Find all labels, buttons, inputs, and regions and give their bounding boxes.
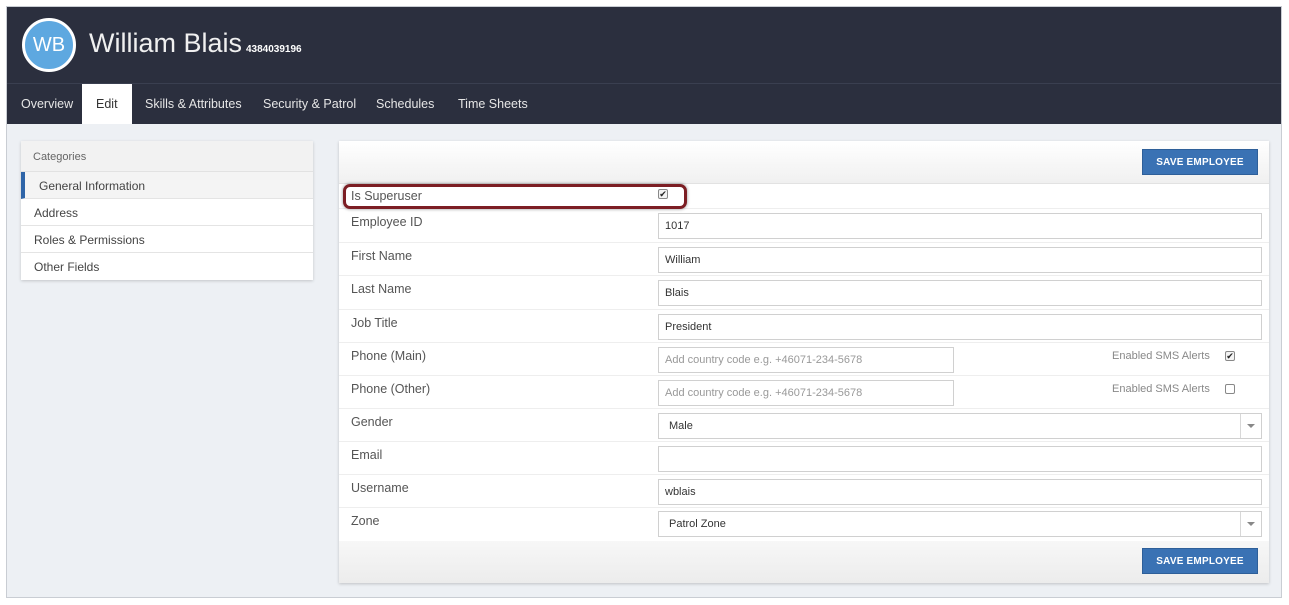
save-employee-button-bottom[interactable]: SAVE EMPLOYEE xyxy=(1142,548,1258,574)
phone-main-label: Phone (Main) xyxy=(351,349,427,363)
row-first-name: First Name William xyxy=(339,243,1269,276)
employee-id-label: Employee ID xyxy=(351,215,423,229)
tab-edit[interactable]: Edit xyxy=(82,84,132,124)
row-email: Email xyxy=(339,442,1269,475)
gender-select-value: Male xyxy=(669,420,693,432)
gender-select[interactable]: Male xyxy=(658,413,1262,439)
gender-label: Gender xyxy=(351,415,393,429)
employee-number: 4384039196 xyxy=(246,44,302,55)
sms-alerts-main-label: Enabled SMS Alerts xyxy=(1112,350,1210,362)
email-input[interactable] xyxy=(658,446,1262,472)
tab-overview[interactable]: Overview xyxy=(7,84,87,124)
sidebar-item-general-information[interactable]: General Information xyxy=(21,172,313,199)
employee-id-input[interactable]: 1017 xyxy=(658,213,1262,239)
tab-skills-attributes[interactable]: Skills & Attributes xyxy=(131,84,256,124)
row-gender: Gender Male xyxy=(339,409,1269,442)
tab-schedules[interactable]: Schedules xyxy=(362,84,448,124)
checkmark-icon: ✔ xyxy=(1226,351,1234,361)
employee-name: William Blais xyxy=(89,28,243,58)
job-title-label: Job Title xyxy=(351,316,398,330)
phone-other-label: Phone (Other) xyxy=(351,382,431,396)
tab-bar: Overview Edit Skills & Attributes Securi… xyxy=(7,83,1281,124)
last-name-input[interactable]: Blais xyxy=(658,280,1262,306)
first-name-label: First Name xyxy=(351,249,413,263)
form-toolbar-bottom: SAVE EMPLOYEE xyxy=(339,541,1269,583)
sidebar-heading: Categories xyxy=(21,141,313,172)
first-name-input[interactable]: William xyxy=(658,247,1262,273)
chevron-down-icon xyxy=(1240,512,1261,536)
phone-other-input[interactable]: Add country code e.g. +46071-234-5678 xyxy=(658,380,954,406)
last-name-label: Last Name xyxy=(351,282,412,296)
chevron-down-icon xyxy=(1240,414,1261,438)
zone-select-value: Patrol Zone xyxy=(669,518,726,530)
sidebar-item-other-fields[interactable]: Other Fields xyxy=(21,253,313,280)
save-employee-button-top[interactable]: SAVE EMPLOYEE xyxy=(1142,149,1258,175)
zone-select[interactable]: Patrol Zone xyxy=(658,511,1262,537)
row-last-name: Last Name Blais xyxy=(339,276,1269,310)
row-phone-other: Phone (Other) Add country code e.g. +460… xyxy=(339,376,1269,409)
username-input[interactable]: wblais xyxy=(658,479,1262,505)
email-label: Email xyxy=(351,448,383,462)
tab-security-patrol[interactable]: Security & Patrol xyxy=(249,84,370,124)
app-window: WB William Blais 4384039196 Overview Edi… xyxy=(6,6,1282,598)
row-username: Username wblais xyxy=(339,475,1269,508)
row-zone: Zone Patrol Zone xyxy=(339,508,1269,541)
sidebar-item-address[interactable]: Address xyxy=(21,199,313,226)
zone-label: Zone xyxy=(351,514,380,528)
row-job-title: Job Title President xyxy=(339,310,1269,343)
job-title-input[interactable]: President xyxy=(658,314,1262,340)
row-employee-id: Employee ID 1017 xyxy=(339,209,1269,243)
employee-form-panel: SAVE EMPLOYEE Is Superuser ✔ Employee ID… xyxy=(339,141,1269,583)
highlight-annotation xyxy=(343,184,687,209)
avatar: WB xyxy=(22,18,76,72)
employee-header: WB William Blais 4384039196 xyxy=(7,7,1281,83)
tab-time-sheets[interactable]: Time Sheets xyxy=(444,84,542,124)
sms-alerts-main-checkbox[interactable]: ✔ xyxy=(1225,351,1235,361)
sms-alerts-other-checkbox[interactable] xyxy=(1225,384,1235,394)
row-phone-main: Phone (Main) Add country code e.g. +4607… xyxy=(339,343,1269,376)
sidebar-item-roles-permissions[interactable]: Roles & Permissions xyxy=(21,226,313,253)
sms-alerts-other-label: Enabled SMS Alerts xyxy=(1112,383,1210,395)
username-label: Username xyxy=(351,481,409,495)
form-toolbar-top: SAVE EMPLOYEE xyxy=(339,141,1269,184)
phone-main-input[interactable]: Add country code e.g. +46071-234-5678 xyxy=(658,347,954,373)
categories-sidebar: Categories General Information Address R… xyxy=(21,141,313,280)
